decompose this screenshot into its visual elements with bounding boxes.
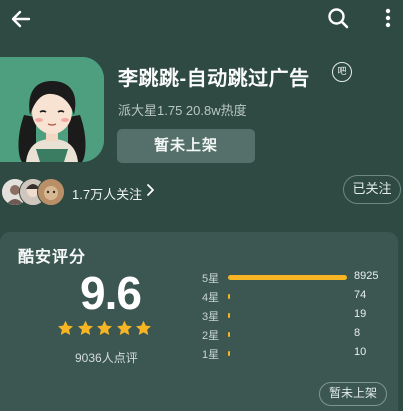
- rating-bar: [228, 332, 230, 337]
- install-button[interactable]: 暂未上架: [117, 129, 255, 163]
- rating-bar: [228, 313, 230, 318]
- star-icon: [136, 320, 151, 335]
- rating-count: 9036人点评: [75, 351, 138, 365]
- rating-row: 3星 19: [202, 308, 372, 323]
- rating-row-label: 1星: [202, 349, 220, 361]
- app-icon: [0, 57, 104, 162]
- rating-row: 4星 74: [202, 289, 372, 304]
- star-icon: [58, 320, 73, 335]
- app-meta: 派大星1.75 20.8w热度: [118, 103, 247, 118]
- star-icon: [77, 320, 93, 335]
- followers-count[interactable]: 1.7万人关注: [72, 184, 142, 203]
- forum-badge-icon[interactable]: 吧: [332, 62, 352, 82]
- back-arrow-icon[interactable]: [9, 7, 33, 31]
- rating-row: 5星 8925: [202, 270, 378, 285]
- rating-row-label: 2星: [202, 330, 220, 342]
- top-bar: [0, 0, 403, 38]
- rating-row-count: 8: [354, 327, 361, 339]
- app-title: 李跳跳-自动跳过广告: [118, 68, 310, 90]
- follower-avatars[interactable]: [0, 178, 70, 206]
- rating-title: 酷安评分: [18, 249, 87, 266]
- rating-score: 9.6: [80, 267, 142, 319]
- rating-bar-track: [228, 351, 348, 356]
- rating-row-count: 19: [354, 308, 367, 320]
- rating-row-count: 8925: [354, 270, 379, 282]
- chevron-right-icon[interactable]: [145, 183, 155, 197]
- rating-row-count: 74: [354, 289, 367, 301]
- star-icon: [116, 320, 132, 335]
- search-icon[interactable]: [326, 6, 350, 30]
- follow-button[interactable]: 已关注: [343, 175, 401, 204]
- rating-row-label: 4星: [202, 292, 220, 304]
- avatar: [37, 178, 65, 206]
- more-vertical-icon[interactable]: [380, 6, 396, 30]
- rating-row: 1星 10: [202, 346, 372, 361]
- rating-bar: [228, 294, 230, 299]
- star-icon: [97, 320, 112, 335]
- rating-bar-track: [228, 332, 348, 337]
- rating-row-count: 10: [354, 346, 367, 358]
- status-button[interactable]: 暂未上架: [319, 382, 387, 406]
- rating-bar-track: [228, 313, 348, 318]
- rating-bar: [228, 351, 230, 356]
- rating-row: 2星 8: [202, 327, 372, 342]
- rating-bar-track: [228, 275, 348, 280]
- rating-row-label: 5星: [202, 273, 220, 285]
- rating-bar-track: [228, 294, 348, 299]
- rating-bar: [228, 275, 347, 280]
- rating-row-label: 3星: [202, 311, 220, 323]
